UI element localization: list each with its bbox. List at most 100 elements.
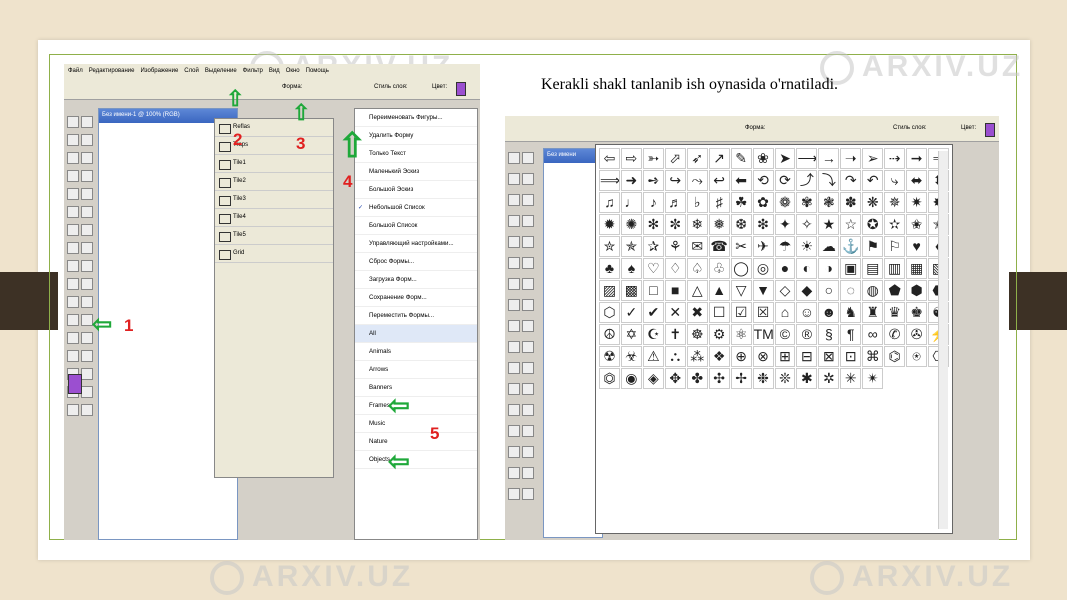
context-menu-item[interactable]: Переименовать Фигуры... xyxy=(355,109,477,127)
shape-cell[interactable]: ◇ xyxy=(774,280,796,301)
shape-cell[interactable]: ✝ xyxy=(664,324,686,345)
shape-set-item[interactable]: Tile5 xyxy=(215,227,333,245)
shape-cell[interactable]: ♡ xyxy=(642,258,664,279)
tool-icon[interactable] xyxy=(81,296,93,308)
menu-item[interactable]: Выделение xyxy=(205,68,237,74)
shape-cell[interactable]: ✾ xyxy=(796,192,818,213)
tool-icon[interactable] xyxy=(81,260,93,272)
shape-cell[interactable]: ✈ xyxy=(752,236,774,257)
shape-cell[interactable]: ♬ xyxy=(664,192,686,213)
shape-cell[interactable]: ☐ xyxy=(708,302,730,323)
menu-item[interactable]: Редактирование xyxy=(89,68,135,74)
shape-cell[interactable]: ➝ xyxy=(840,148,862,169)
shape-cell[interactable]: ⍟ xyxy=(906,346,928,367)
shape-cell[interactable]: ⟳ xyxy=(774,170,796,191)
tool-icon[interactable] xyxy=(67,134,79,146)
menu-item[interactable]: Помощь xyxy=(306,68,329,74)
context-menu-item[interactable]: Маленький Эскиз xyxy=(355,163,477,181)
tool-icon[interactable] xyxy=(522,467,534,479)
shape-cell[interactable]: ○ xyxy=(818,280,840,301)
tool-icon[interactable] xyxy=(67,296,79,308)
shape-cell[interactable]: ✽ xyxy=(840,192,862,213)
tool-icon[interactable] xyxy=(67,404,79,416)
shape-cell[interactable]: ♢ xyxy=(664,258,686,279)
context-menu-item[interactable]: Загрузка Форм... xyxy=(355,271,477,289)
shape-cell[interactable]: ❊ xyxy=(774,368,796,389)
shape-cell[interactable]: ◐ xyxy=(796,258,818,279)
shape-cell[interactable]: ♜ xyxy=(862,302,884,323)
shape-cell[interactable]: ✥ xyxy=(664,368,686,389)
tool-icon[interactable] xyxy=(67,188,79,200)
shape-cell[interactable]: ✯ xyxy=(620,236,642,257)
context-menu-item[interactable]: Arrows xyxy=(355,361,477,379)
shape-cell[interactable]: ◉ xyxy=(620,368,642,389)
shape-cell[interactable]: ⚙ xyxy=(708,324,730,345)
shape-cell[interactable]: ➜ xyxy=(620,170,642,191)
shape-cell[interactable]: ▥ xyxy=(884,258,906,279)
shape-set-item[interactable]: Tile1 xyxy=(215,155,333,173)
shape-cell[interactable]: ❋ xyxy=(862,192,884,213)
shape-cell[interactable]: ▩ xyxy=(620,280,642,301)
shape-cell[interactable]: ❄ xyxy=(686,214,708,235)
shape-cell[interactable]: ⊠ xyxy=(818,346,840,367)
shape-cell[interactable]: ☘ xyxy=(730,192,752,213)
tool-icon[interactable] xyxy=(522,341,534,353)
shape-cell[interactable]: ☑ xyxy=(730,302,752,323)
shape-cell[interactable]: ∞ xyxy=(862,324,884,345)
tool-icon[interactable] xyxy=(522,152,534,164)
shape-cell[interactable]: ✱ xyxy=(796,368,818,389)
tool-icon[interactable] xyxy=(81,386,93,398)
tool-icon[interactable] xyxy=(508,257,520,269)
shape-cell[interactable]: ⊞ xyxy=(774,346,796,367)
tool-icon[interactable] xyxy=(508,467,520,479)
context-menu-item[interactable]: Сохранение Форм... xyxy=(355,289,477,307)
shape-cell[interactable]: ❅ xyxy=(708,214,730,235)
tool-icon[interactable] xyxy=(522,362,534,374)
shape-cell[interactable]: ✖ xyxy=(686,302,708,323)
shape-cell[interactable]: ♩ xyxy=(620,192,642,213)
shape-cell[interactable]: ✤ xyxy=(686,368,708,389)
shape-cell[interactable]: ✬ xyxy=(906,214,928,235)
shape-set-item[interactable]: Tile2 xyxy=(215,173,333,191)
shape-cell[interactable]: ✉ xyxy=(686,236,708,257)
shape-cell[interactable]: ➞ xyxy=(906,148,928,169)
tool-icon[interactable] xyxy=(508,236,520,248)
shape-cell[interactable]: ♯ xyxy=(708,192,730,213)
tool-icon[interactable] xyxy=(67,170,79,182)
shape-cell[interactable]: ✮ xyxy=(599,236,620,257)
shape-cell[interactable]: ▼ xyxy=(752,280,774,301)
tool-icon[interactable] xyxy=(67,224,79,236)
shape-cell[interactable]: ⬀ xyxy=(664,148,686,169)
shape-cell[interactable]: ■ xyxy=(664,280,686,301)
shape-cell[interactable]: ⇦ xyxy=(599,148,620,169)
tool-icon[interactable] xyxy=(67,332,79,344)
shape-cell[interactable]: ⇨ xyxy=(620,148,642,169)
tool-icon[interactable] xyxy=(508,488,520,500)
shape-cell[interactable]: ❇ xyxy=(752,214,774,235)
shape-cell[interactable]: → xyxy=(818,148,840,169)
shape-cell[interactable]: ◎ xyxy=(752,258,774,279)
shape-cell[interactable]: ♧ xyxy=(708,258,730,279)
tool-icon[interactable] xyxy=(67,116,79,128)
shape-set-item[interactable]: Tile4 xyxy=(215,209,333,227)
tool-icon[interactable] xyxy=(508,320,520,332)
tool-icon[interactable] xyxy=(67,314,79,326)
shape-cell[interactable]: ✺ xyxy=(620,214,642,235)
tool-icon[interactable] xyxy=(81,350,93,362)
tool-icon[interactable] xyxy=(522,215,534,227)
shape-cell[interactable]: ✓ xyxy=(620,302,642,323)
tool-icon[interactable] xyxy=(508,299,520,311)
tool-icon[interactable] xyxy=(81,116,93,128)
tool-icon[interactable] xyxy=(81,206,93,218)
shape-cell[interactable]: ⬟ xyxy=(884,280,906,301)
shape-cell[interactable]: ◑ xyxy=(818,258,840,279)
shape-cell[interactable]: ⚛ xyxy=(730,324,752,345)
context-menu-item[interactable]: Небольшой Список xyxy=(355,199,477,217)
tool-icon[interactable] xyxy=(522,446,534,458)
shape-cell[interactable]: ❆ xyxy=(730,214,752,235)
shape-cell[interactable]: ☂ xyxy=(774,236,796,257)
tool-icon[interactable] xyxy=(522,257,534,269)
shape-cell[interactable]: § xyxy=(818,324,840,345)
tool-icon[interactable] xyxy=(67,206,79,218)
tool-icon[interactable] xyxy=(67,278,79,290)
